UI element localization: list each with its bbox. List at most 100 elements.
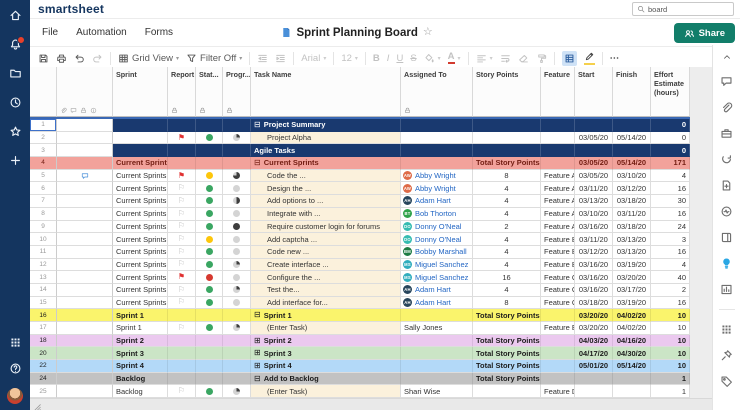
undo-button[interactable] <box>74 53 85 64</box>
row-number[interactable]: 7 <box>30 195 57 208</box>
column-header-finish[interactable]: Finish <box>613 67 651 117</box>
assignee-name[interactable]: Abby Wright <box>415 171 456 180</box>
cell-assigned-to[interactable] <box>401 360 473 373</box>
cell-assigned-to[interactable]: MSMiguel Sanchez <box>401 259 473 272</box>
row-gutter[interactable] <box>57 347 113 360</box>
column-header-stat-[interactable]: Stat... <box>196 67 223 117</box>
menu-file[interactable]: File <box>42 27 58 38</box>
cell-task-name[interactable]: Add captcha ... <box>251 233 401 246</box>
cell-feature[interactable]: Feature A <box>541 195 575 208</box>
cell-progress[interactable] <box>223 208 251 221</box>
cell-feature[interactable] <box>541 132 575 145</box>
cell-status[interactable] <box>196 259 223 272</box>
cell-feature[interactable]: Feature E <box>541 322 575 335</box>
cell-finish-date[interactable]: 05/14/20 <box>613 132 651 145</box>
row-number[interactable]: 17 <box>30 322 57 335</box>
cell-assigned-to[interactable] <box>401 132 473 145</box>
cell-feature[interactable] <box>541 157 575 170</box>
cell-task-name[interactable]: (Enter Task) <box>251 385 401 398</box>
row-number[interactable]: 11 <box>30 246 57 259</box>
cell-story-points[interactable]: Total Story Points: 62 <box>473 157 541 170</box>
cell-start-date[interactable]: 03/20/20 <box>575 309 613 322</box>
cell-feature[interactable]: Feature A <box>541 170 575 183</box>
cell-report-flag[interactable]: ⚐ <box>168 233 196 246</box>
strikethrough-button[interactable]: S <box>410 53 416 64</box>
collapse-toolbar-icon[interactable] <box>722 52 732 62</box>
cell-finish-date[interactable]: 03/12/20 <box>613 182 651 195</box>
cell-task-name[interactable]: ⊟Current Sprints <box>251 157 401 170</box>
row-number[interactable]: 8 <box>30 208 57 221</box>
cell-task-name[interactable]: Agile Tasks <box>251 144 401 157</box>
cell-task-name[interactable]: ⊞Sprint 2 <box>251 335 401 348</box>
cell-task-name[interactable]: ⊟Project Summary <box>251 119 401 132</box>
cell-status[interactable] <box>196 132 223 145</box>
cell-status[interactable] <box>196 157 223 170</box>
cell-status[interactable] <box>196 309 223 322</box>
cell-finish-date[interactable]: 04/02/20 <box>613 309 651 322</box>
cell-status[interactable] <box>196 119 223 132</box>
assignee-name[interactable]: Donny O'Neal <box>415 235 461 244</box>
row-gutter[interactable] <box>57 182 113 195</box>
cell-start-date[interactable]: 03/05/20 <box>575 132 613 145</box>
cell-status[interactable] <box>196 221 223 234</box>
cell-task-name[interactable]: Add options to ... <box>251 195 401 208</box>
row-gutter[interactable] <box>57 335 113 348</box>
cell-report-flag[interactable]: ⚑ <box>168 170 196 183</box>
cell-start-date[interactable]: 03/16/20 <box>575 259 613 272</box>
cell-progress[interactable] <box>223 246 251 259</box>
cell-finish-date[interactable]: 03/17/20 <box>613 284 651 297</box>
header-row-number[interactable] <box>30 67 57 117</box>
recents-clock-icon[interactable] <box>9 96 22 109</box>
cell-sprint[interactable]: Current Sprints <box>113 246 168 259</box>
assignee-name[interactable]: Abby Wright <box>415 184 456 193</box>
cell-sprint[interactable]: Current Sprints <box>113 182 168 195</box>
assignee-name[interactable]: Donny O'Neal <box>415 222 461 231</box>
cell-feature[interactable] <box>541 360 575 373</box>
cell-report-flag[interactable] <box>168 347 196 360</box>
cell-feature[interactable]: Feature B <box>541 259 575 272</box>
cell-report-flag[interactable]: ⚐ <box>168 182 196 195</box>
cell-start-date[interactable]: 03/20/20 <box>575 322 613 335</box>
collapse-minus-icon[interactable]: ⊟ <box>254 159 261 167</box>
cell-status[interactable] <box>196 195 223 208</box>
row-gutter[interactable] <box>57 119 113 132</box>
cell-task-name[interactable]: Code new ... <box>251 246 401 259</box>
column-header-effort-estimate-hours-[interactable]: Effort Estimate (hours) <box>651 67 690 117</box>
assignee-name[interactable]: Adam Hart <box>415 285 451 294</box>
row-number[interactable]: 22 <box>30 360 57 373</box>
notifications-bell-icon[interactable] <box>9 38 22 51</box>
cell-sprint[interactable]: Sprint 3 <box>113 347 168 360</box>
cell-task-name[interactable]: ⊟Add to Backlog <box>251 373 401 386</box>
cell-sprint[interactable]: Sprint 4 <box>113 360 168 373</box>
cell-start-date[interactable]: 05/01/20 <box>575 360 613 373</box>
apps-grid-icon[interactable] <box>720 323 733 336</box>
cell-assigned-to[interactable] <box>401 157 473 170</box>
cell-finish-date[interactable]: 04/02/20 <box>613 322 651 335</box>
cell-finish-date[interactable]: 03/19/20 <box>613 297 651 310</box>
cell-feature[interactable]: Feature C <box>541 297 575 310</box>
cell-progress[interactable] <box>223 170 251 183</box>
row-number[interactable]: 9 <box>30 221 57 234</box>
cell-story-points[interactable]: 16 <box>473 271 541 284</box>
cell-story-points[interactable]: 4 <box>473 259 541 272</box>
cell-finish-date[interactable] <box>613 119 651 132</box>
cell-story-points[interactable]: Total Story Points: 0 <box>473 347 541 360</box>
cell-task-name[interactable]: Require customer login for forums <box>251 221 401 234</box>
cell-story-points[interactable]: 8 <box>473 297 541 310</box>
cell-assigned-to[interactable]: AHAdam Hart <box>401 284 473 297</box>
cell-sprint[interactable]: Current Sprints <box>113 233 168 246</box>
cell-progress[interactable] <box>223 322 251 335</box>
cell-effort[interactable]: 10 <box>651 335 690 348</box>
cell-finish-date[interactable]: 03/18/20 <box>613 195 651 208</box>
cell-effort[interactable]: 24 <box>651 221 690 234</box>
cell-finish-date[interactable]: 04/16/20 <box>613 335 651 348</box>
cell-assigned-to[interactable]: Sally Jones <box>401 322 473 335</box>
cell-story-points[interactable]: 4 <box>473 195 541 208</box>
cell-sprint[interactable] <box>113 144 168 157</box>
cell-start-date[interactable]: 03/05/20 <box>575 157 613 170</box>
cell-task-name[interactable]: Integrate with ... <box>251 208 401 221</box>
cell-sprint[interactable]: Current Sprints <box>113 297 168 310</box>
cell-sprint[interactable]: Sprint 1 <box>113 322 168 335</box>
cell-assigned-to[interactable]: BTBob Thorton <box>401 208 473 221</box>
cell-effort[interactable]: 0 <box>651 144 690 157</box>
